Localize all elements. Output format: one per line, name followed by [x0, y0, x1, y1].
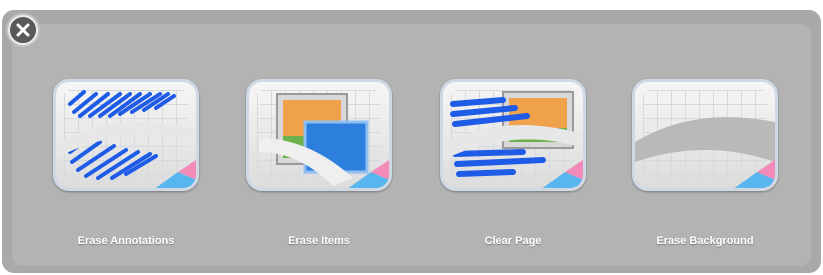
erase-annotations-option[interactable]: Erase Annotations: [53, 79, 199, 251]
eraser-icon: [343, 160, 389, 188]
option-label: Erase Items: [288, 235, 350, 247]
erase-annotations-tile[interactable]: [53, 79, 199, 191]
clear-page-option[interactable]: Clear Page: [440, 79, 586, 251]
close-x-icon: [8, 15, 38, 45]
eraser-icon: [537, 160, 583, 188]
erase-items-tile[interactable]: [246, 79, 392, 191]
eraser-icon: [729, 160, 775, 188]
option-label: Erase Annotations: [77, 235, 175, 247]
erase-background-tile[interactable]: [632, 79, 778, 191]
erase-background-option[interactable]: Erase Background: [632, 79, 778, 251]
erase-items-option[interactable]: Erase Items: [246, 79, 392, 251]
option-label: Clear Page: [484, 235, 542, 247]
option-label: Erase Background: [656, 235, 754, 247]
eraser-icon: [150, 160, 196, 188]
clear-page-tile[interactable]: [440, 79, 586, 191]
close-button[interactable]: [6, 13, 40, 47]
